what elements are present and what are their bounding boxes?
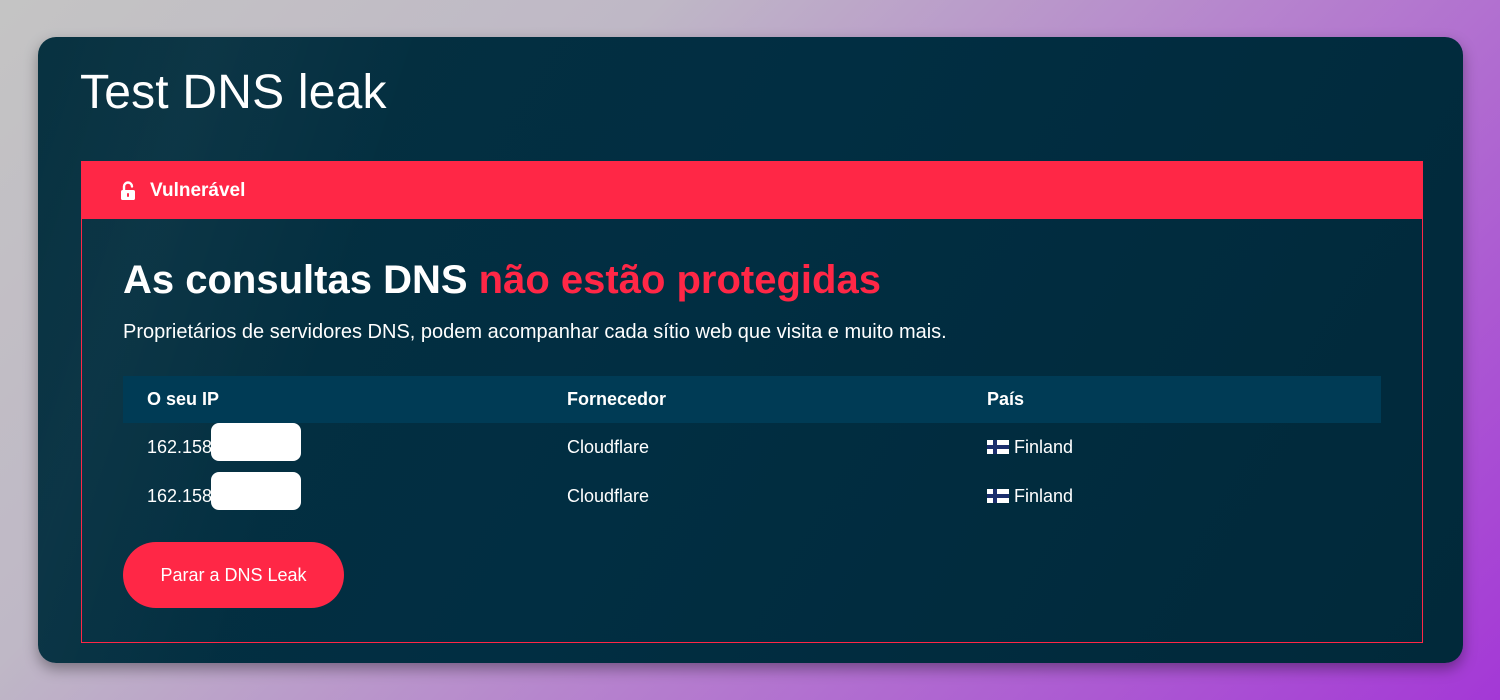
status-banner: Vulnerável	[82, 162, 1422, 219]
result-panel: Vulnerável As consultas DNS não estão pr…	[81, 161, 1423, 643]
provider-cell: Cloudflare	[567, 437, 650, 457]
column-header-provider: Fornecedor	[567, 389, 667, 409]
dns-servers-table: O seu IP Fornecedor País 162.158. Cloudf…	[123, 376, 1381, 521]
ip-cell: 162.158.	[147, 423, 567, 461]
redaction-box	[211, 423, 301, 461]
headline-prefix: As consultas DNS	[123, 258, 479, 302]
country-cell: Finland	[987, 437, 1287, 458]
country-name: Finland	[1014, 437, 1074, 457]
stop-dns-leak-button[interactable]: Parar a DNS Leak	[123, 542, 344, 608]
table-header-row: O seu IP Fornecedor País	[123, 376, 1381, 423]
ip-cell: 162.158.	[147, 472, 567, 510]
ip-value: 162.158.	[147, 486, 218, 506]
country-cell: Finland	[987, 486, 1287, 507]
headline: As consultas DNS não estão protegidas	[123, 258, 881, 303]
provider-cell: Cloudflare	[567, 486, 650, 506]
unlocked-padlock-icon	[120, 180, 136, 201]
finland-flag-icon	[987, 438, 1009, 454]
column-header-country: País	[987, 389, 1025, 409]
country-name: Finland	[1014, 486, 1074, 506]
dns-leak-card: Test DNS leak Vulnerável As consultas DN…	[38, 37, 1463, 663]
finland-flag-icon	[987, 487, 1009, 503]
ip-value: 162.158.	[147, 437, 218, 457]
column-header-ip: O seu IP	[147, 389, 220, 409]
redaction-box	[211, 472, 301, 510]
headline-highlight: não estão protegidas	[478, 258, 881, 302]
table-row: 162.158. Cloudflare Finland	[123, 423, 1381, 472]
table-row: 162.158. Cloudflare Finland	[123, 472, 1381, 521]
status-label: Vulnerável	[150, 179, 246, 201]
page-title: Test DNS leak	[80, 66, 387, 119]
description-text: Proprietários de servidores DNS, podem a…	[123, 321, 947, 343]
